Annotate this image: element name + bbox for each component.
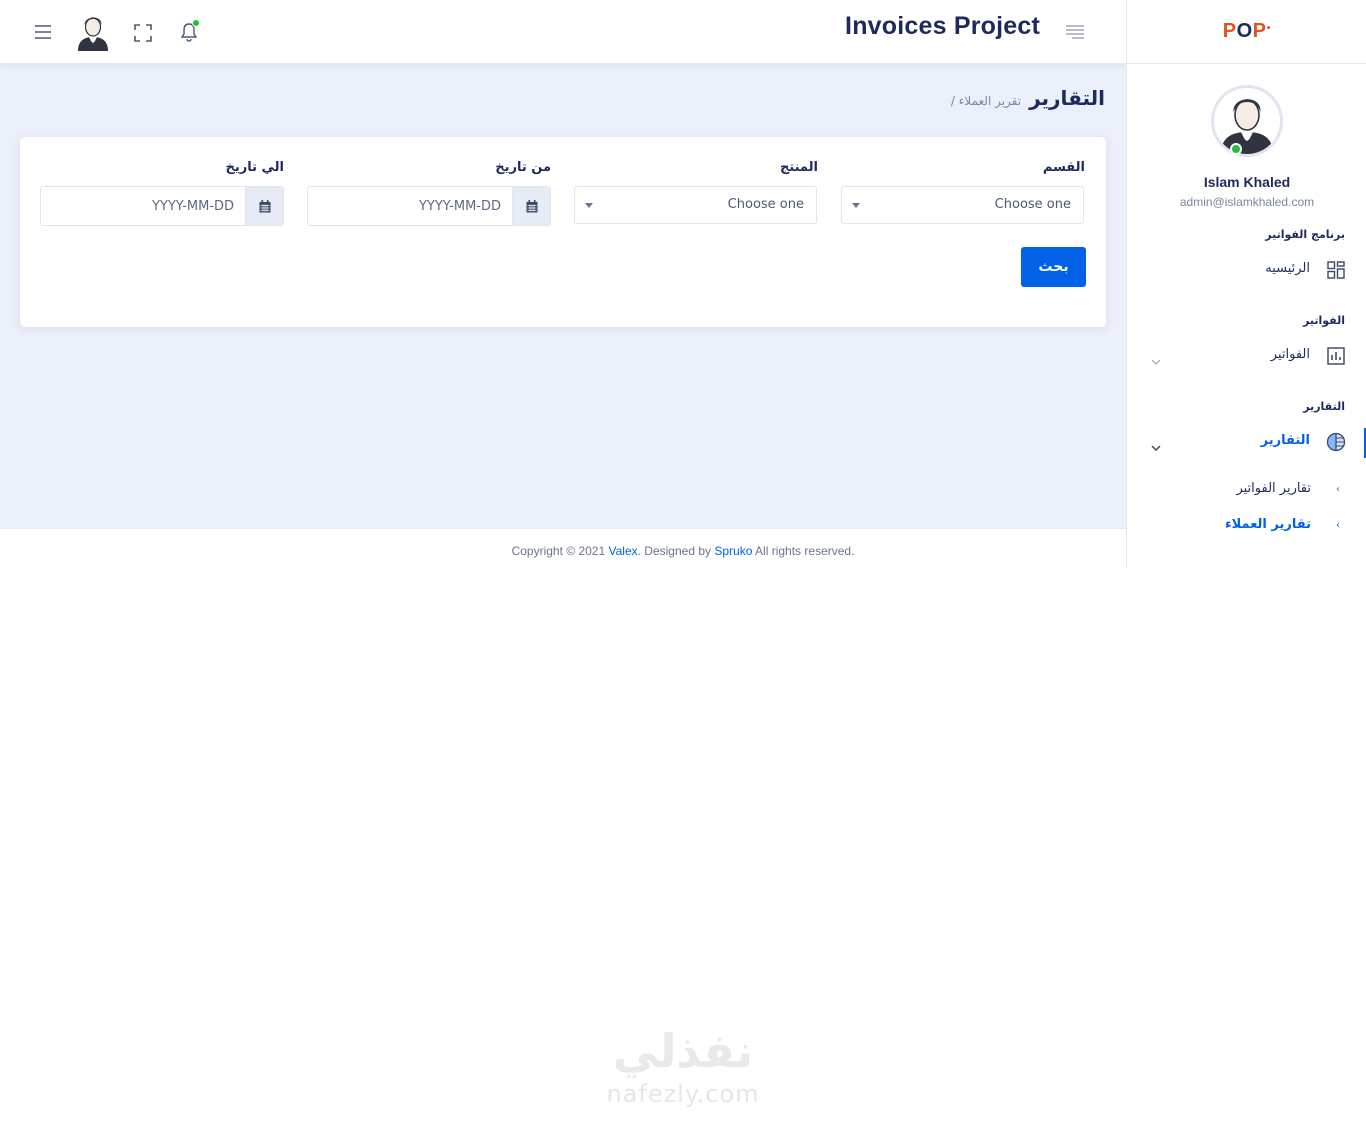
- report-filter-card: القسم Choose one المنتج Choose one من تا…: [20, 137, 1106, 327]
- valex-link[interactable]: Valex: [608, 544, 637, 558]
- submenu-item-label: تقارير الفواتير: [1236, 481, 1311, 496]
- brand-logo[interactable]: POP●: [1223, 20, 1271, 43]
- user-email: admin@islamkhaled.com: [1179, 195, 1315, 209]
- product-select-value: Choose one: [727, 197, 804, 212]
- spruko-link[interactable]: Spruko: [714, 544, 752, 558]
- sidebar: POP● Islam Khaled admin@islamkhaled.com …: [1126, 0, 1366, 568]
- user-name: Islam Khaled: [1203, 174, 1291, 190]
- user-avatar-button[interactable]: [73, 11, 113, 51]
- section-label: القسم: [1042, 160, 1085, 175]
- to-date-label: الي تاريخ: [225, 160, 284, 175]
- user-profile-avatar[interactable]: [1211, 85, 1283, 157]
- pie-chart-icon: [1326, 432, 1346, 452]
- caret-down-icon: [585, 203, 593, 208]
- sidebar-item-reports[interactable]: التقارير: [1127, 426, 1366, 458]
- copyright-prefix: Copyright © 2021: [511, 544, 609, 558]
- product-select[interactable]: Choose one: [574, 186, 817, 224]
- chevron-left-icon: ‹: [1336, 484, 1340, 495]
- bar-chart-icon: [1326, 346, 1346, 366]
- from-date-input[interactable]: [308, 187, 513, 225]
- watermark: نفذلي nafezly.com: [598, 1024, 768, 1114]
- sidebar-category-program: برنامج الفواتير: [1265, 228, 1345, 241]
- app-title: Invoices Project: [845, 12, 1040, 40]
- dashboard-grid-icon: [1326, 260, 1346, 280]
- logo-area: POP●: [1127, 0, 1366, 64]
- submenu-item-invoice-reports[interactable]: تقارير الفواتير ‹: [1127, 477, 1366, 501]
- submenu-item-label: تقارير العملاء: [1224, 517, 1311, 532]
- sidebar-category-invoices: الفواتير: [1303, 314, 1345, 327]
- calendar-icon[interactable]: [512, 187, 550, 225]
- sidebar-item-home[interactable]: الرئيسيه: [1127, 254, 1366, 286]
- submenu-item-customer-reports[interactable]: تقارير العملاء ‹: [1127, 513, 1366, 537]
- sidebar-item-invoices[interactable]: الفواتير: [1127, 340, 1366, 372]
- product-label: المنتج: [779, 160, 818, 175]
- online-status-dot: [1230, 143, 1242, 155]
- sidebar-item-label: الرئيسيه: [1265, 261, 1310, 276]
- watermark-arabic: نفذلي: [612, 1024, 754, 1078]
- search-button[interactable]: بحث: [1021, 247, 1086, 287]
- from-date-group: [307, 186, 551, 226]
- sidebar-item-label: التقارير: [1260, 433, 1310, 448]
- chevron-down-icon: [1151, 350, 1163, 365]
- to-date-input[interactable]: [41, 187, 246, 225]
- section-select-value: Choose one: [994, 197, 1071, 212]
- section-select[interactable]: Choose one: [841, 186, 1084, 224]
- top-header: Invoices Project: [0, 0, 1126, 64]
- sidebar-item-label: الفواتير: [1270, 347, 1310, 362]
- page-title: التقارير: [1029, 86, 1105, 110]
- copyright-middle: . Designed by: [637, 544, 715, 558]
- notification-dot: [192, 19, 200, 27]
- fullscreen-icon[interactable]: [131, 21, 155, 45]
- page-header: / تقرير العملاء التقارير: [951, 86, 1105, 110]
- watermark-latin: nafezly.com: [606, 1080, 760, 1108]
- to-date-group: [40, 186, 284, 226]
- breadcrumb[interactable]: / تقرير العملاء: [951, 94, 1021, 108]
- app-window: Invoices Project / تقرير العملاء التقاري…: [0, 0, 1366, 568]
- notification-bell-icon[interactable]: [176, 19, 202, 45]
- calendar-icon[interactable]: [245, 187, 283, 225]
- main-content: Invoices Project / تقرير العملاء التقاري…: [0, 0, 1126, 528]
- caret-down-icon: [852, 203, 860, 208]
- from-date-label: من تاريخ: [495, 160, 551, 175]
- hamburger-menu-icon[interactable]: [31, 22, 55, 42]
- sidebar-toggle-icon[interactable]: [1064, 22, 1086, 42]
- chevron-left-icon: ‹: [1336, 520, 1340, 531]
- sidebar-category-reports: التقارير: [1303, 400, 1345, 413]
- chevron-down-icon: [1151, 436, 1163, 452]
- copyright-suffix: All rights reserved.: [752, 544, 855, 558]
